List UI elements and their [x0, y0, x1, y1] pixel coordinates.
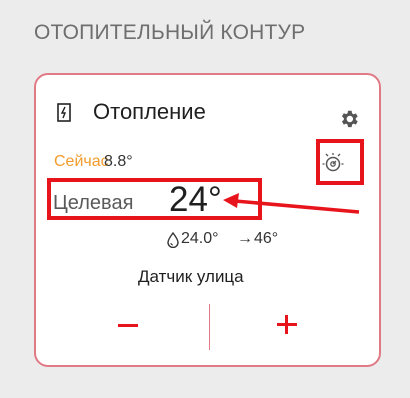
divider: [209, 304, 210, 350]
drop-icon: [167, 232, 179, 248]
heating-circuit-card: Отопление Сейчас 8.8° Целевая 24° 24.0° …: [34, 73, 381, 367]
increase-button[interactable]: [264, 303, 310, 343]
heater-icon: [57, 103, 71, 122]
section-title: ОТОПИТЕЛЬНЫЙ КОНТУР: [34, 21, 306, 44]
boiler-temp: 24.0°: [181, 230, 219, 247]
supply-temp: 46°: [254, 230, 279, 247]
boiler-highlight-box: [316, 139, 364, 185]
now-value: 8.8°: [104, 153, 133, 170]
arrow-right-icon: →: [237, 230, 253, 247]
annotation-arrow: [223, 193, 360, 214]
sensor-label: Датчик улица: [138, 267, 244, 286]
now-label: Сейчас: [54, 153, 109, 170]
gear-icon[interactable]: [338, 108, 360, 130]
circuit-name: Отопление: [93, 99, 206, 124]
decrease-button[interactable]: [108, 303, 154, 343]
